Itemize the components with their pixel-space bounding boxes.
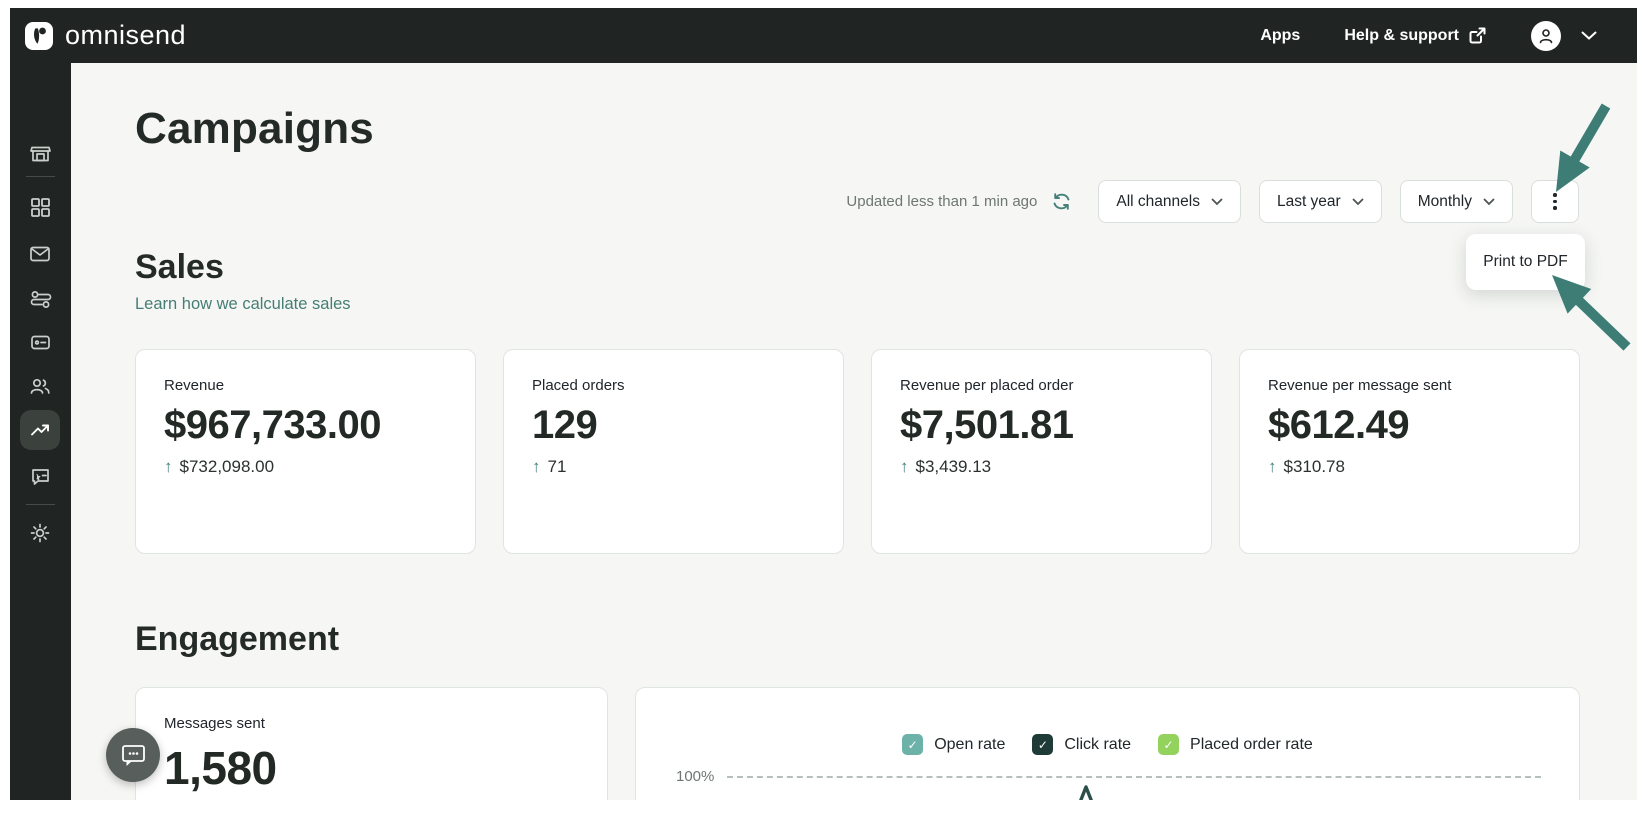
topbar-right: Apps Help & support (1260, 20, 1597, 51)
sidebar-item-store[interactable] (22, 135, 58, 171)
increase-arrow-icon: ↑ (164, 457, 173, 476)
click-rate-line-peak (1079, 785, 1093, 800)
metric-label: Revenue per placed order (900, 377, 1074, 394)
external-link-icon (1468, 26, 1487, 45)
refresh-icon (1053, 193, 1070, 210)
report-controls: Updated less than 1 min ago All channels… (846, 180, 1585, 290)
metric-card-revenue-per-message: Revenue per message sent $612.49 ↑ $310.7… (1239, 349, 1580, 554)
sidebar-item-reviews[interactable] (22, 458, 58, 494)
sidebar-item-automation[interactable] (22, 280, 58, 316)
increase-arrow-icon: ↑ (532, 457, 541, 476)
chart-legend: ✓ Open rate ✓ Click rate ✓ Placed order … (636, 734, 1579, 755)
increase-arrow-icon: ↑ (900, 457, 909, 476)
refresh-button[interactable] (1051, 191, 1072, 212)
sales-cards-row: Revenue $967,733.00 ↑ $732,098.00 Placed … (135, 349, 1580, 554)
page-title: Campaigns (135, 104, 374, 153)
metric-label: Placed orders (532, 377, 625, 394)
metric-card-revenue: Revenue $967,733.00 ↑ $732,098.00 (135, 349, 476, 554)
gear-icon (30, 523, 50, 543)
more-actions-menu: Print to PDF (1466, 234, 1585, 290)
engagement-cards-row: Messages sent 1,580 ↑799 ✓ Open rate ✓ C… (135, 687, 1580, 800)
topbar: omnisend Apps Help & support (10, 8, 1637, 63)
automation-icon (30, 290, 51, 308)
sidebar-divider (26, 176, 55, 177)
metric-card-messages-sent: Messages sent 1,580 ↑799 (135, 687, 608, 800)
updated-status: Updated less than 1 min ago (846, 193, 1038, 210)
legend-item-placed-order-rate[interactable]: ✓ Placed order rate (1158, 734, 1313, 755)
period-filter-dropdown[interactable]: Last year (1258, 180, 1382, 223)
account-menu[interactable] (1531, 20, 1597, 51)
chevron-down-icon (1211, 198, 1223, 205)
metric-label: Messages sent (164, 715, 265, 732)
omnisend-logo-icon (25, 21, 53, 50)
apps-link[interactable]: Apps (1260, 27, 1300, 45)
metric-delta: ↑ $3,439.13 (900, 457, 992, 476)
store-icon (29, 146, 51, 161)
checkbox-checked-icon: ✓ (1158, 734, 1180, 755)
metric-label: Revenue per message sent (1268, 377, 1452, 394)
metric-label: Revenue (164, 377, 225, 394)
sidebar-item-dashboard[interactable] (22, 189, 58, 225)
chevron-down-icon (1352, 198, 1364, 205)
metric-value: 129 (532, 403, 598, 447)
forms-icon (30, 335, 50, 349)
y-axis-label: 100% (676, 768, 715, 785)
brand-name: omnisend (65, 20, 187, 50)
sales-heading: Sales (135, 248, 224, 286)
legend-item-click-rate[interactable]: ✓ Click rate (1032, 734, 1131, 755)
chat-bubble-icon (121, 744, 145, 766)
reviews-icon (31, 468, 49, 485)
engagement-heading: Engagement (135, 620, 340, 658)
learn-sales-link[interactable]: Learn how we calculate sales (135, 295, 351, 314)
chat-widget-button[interactable] (106, 728, 160, 782)
audience-icon (30, 378, 50, 394)
metric-delta: ↑ $732,098.00 (164, 457, 275, 476)
chevron-down-icon (1483, 198, 1495, 205)
sidebar-divider (26, 504, 55, 505)
metric-value: 1,580 (164, 742, 277, 794)
dashboard-grid-icon (31, 198, 50, 217)
metric-delta: ↑ 71 (532, 457, 567, 476)
metric-value: $7,501.81 (900, 403, 1074, 447)
engagement-chart-card: ✓ Open rate ✓ Click rate ✓ Placed order … (635, 687, 1580, 800)
brand-logo[interactable]: omnisend (25, 20, 186, 51)
avatar (1531, 20, 1561, 51)
annotation-arrow-to-kebab (1556, 103, 1611, 192)
metric-value: $967,733.00 (164, 403, 381, 447)
checkbox-checked-icon: ✓ (1032, 734, 1054, 755)
gridline-100pct (727, 775, 1541, 778)
print-to-pdf-menu-item[interactable]: Print to PDF (1483, 253, 1567, 271)
chevron-down-icon (1581, 31, 1597, 40)
help-support-link[interactable]: Help & support (1344, 26, 1487, 45)
app-frame: omnisend Apps Help & support Campaigns U… (10, 8, 1637, 800)
sidebar-item-audience[interactable] (22, 368, 58, 404)
metric-delta: ↑ $310.78 (1268, 457, 1345, 476)
kebab-icon (1553, 193, 1557, 210)
granularity-filter-dropdown[interactable]: Monthly (1399, 180, 1513, 223)
sidebar-item-campaigns[interactable] (22, 236, 58, 272)
more-actions-button[interactable] (1531, 180, 1579, 223)
email-icon (30, 246, 50, 262)
metric-value: $612.49 (1268, 403, 1410, 447)
reports-trending-icon (31, 424, 49, 436)
legend-item-open-rate[interactable]: ✓ Open rate (902, 734, 1005, 755)
sidebar-item-forms[interactable] (22, 324, 58, 360)
increase-arrow-icon: ↑ (1268, 457, 1277, 476)
sidebar-item-settings[interactable] (22, 515, 58, 551)
sidebar (10, 63, 71, 800)
metric-card-placed-orders: Placed orders 129 ↑ 71 (503, 349, 844, 554)
metric-card-revenue-per-order: Revenue per placed order $7,501.81 ↑ $3,4… (871, 349, 1212, 554)
sidebar-item-reports-active[interactable] (20, 410, 60, 450)
channel-filter-dropdown[interactable]: All channels (1098, 180, 1241, 223)
checkbox-checked-icon: ✓ (902, 734, 924, 755)
